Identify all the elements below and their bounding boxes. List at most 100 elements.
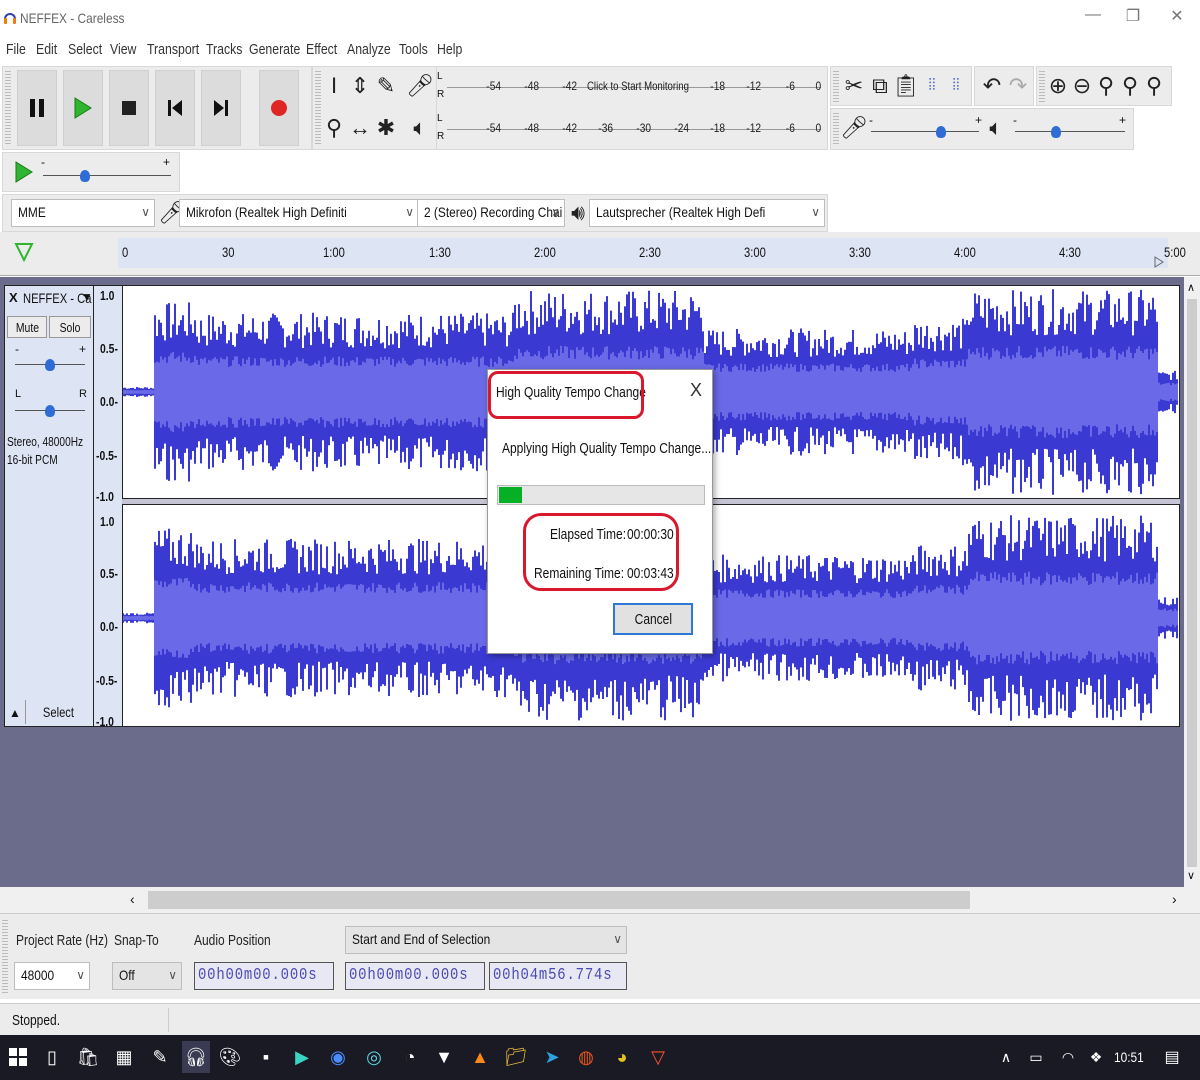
notes-app-icon[interactable]: ✎ [148, 1045, 172, 1069]
toolbar-grip[interactable] [833, 71, 839, 103]
menu-file[interactable]: File [6, 41, 26, 58]
cut-icon[interactable]: ✂ [841, 73, 867, 99]
start-windows-icon[interactable] [6, 1045, 30, 1069]
multi-tool-icon[interactable]: ✱ [373, 115, 399, 141]
show-hidden-icons-icon[interactable]: ∧ [994, 1045, 1018, 1069]
stop-button[interactable] [109, 70, 149, 146]
play-button[interactable] [63, 70, 103, 146]
paste-icon[interactable]: 📋︎ [892, 73, 920, 99]
file-explorer-icon[interactable]: 📁︎ [504, 1045, 528, 1069]
cancel-button[interactable]: Cancel [613, 603, 693, 635]
vertical-amplitude-ruler[interactable]: 1.0 0.5- 0.0- -0.5- -1.0 1.0 0.5- 0.0- -… [94, 285, 122, 729]
collapse-track-icon[interactable]: ▲ [9, 706, 21, 720]
menu-transport[interactable]: Transport [147, 41, 199, 58]
horizontal-scrollbar[interactable]: ‹ › [0, 887, 1200, 913]
scroll-right-icon[interactable]: › [1172, 891, 1177, 907]
selection-start-field[interactable]: 00h00m00.000s [345, 962, 485, 990]
snap-to-select[interactable]: Off ∨ [112, 962, 182, 990]
mute-button[interactable]: Mute [7, 316, 47, 338]
project-rate-select[interactable]: 48000 ∨ [14, 962, 90, 990]
gain-knob[interactable] [45, 359, 55, 371]
fit-selection-icon[interactable]: ⚲ [1093, 73, 1119, 99]
toolbar-grip[interactable] [2, 920, 8, 994]
horizontal-scroll-thumb[interactable] [148, 891, 970, 909]
scroll-left-icon[interactable]: ‹ [130, 891, 135, 907]
fit-project-icon[interactable]: ⚲ [1117, 73, 1143, 99]
play-speed-slider[interactable] [43, 175, 171, 176]
record-button[interactable] [259, 70, 299, 146]
clock-app-icon[interactable]: ◔ [398, 1045, 422, 1069]
close-window-button[interactable]: ✕ [1162, 6, 1192, 26]
telegram-icon[interactable]: ➤ [540, 1045, 564, 1069]
code-editor-icon[interactable]: ▶ [290, 1045, 314, 1069]
store-bag-icon[interactable]: 🛍︎ [76, 1045, 100, 1069]
audio-host-select[interactable]: MME ∨ [11, 199, 155, 227]
dialog-close-button[interactable]: X [690, 380, 702, 401]
battery-icon[interactable]: ▭ [1024, 1045, 1048, 1069]
selection-mode-select[interactable]: Start and End of Selection ∨ [345, 926, 627, 954]
recording-volume-knob[interactable] [936, 126, 946, 138]
zoom-out-icon[interactable]: ⊖ [1069, 73, 1095, 99]
menu-view[interactable]: View [110, 41, 136, 58]
toolbar-grip[interactable] [5, 71, 11, 145]
vertical-scroll-thumb[interactable] [1187, 299, 1197, 867]
task-view-icon[interactable]: ▯ [40, 1045, 64, 1069]
fox-app-icon[interactable]: ▼ [432, 1045, 456, 1069]
record-meter[interactable]: -54 -48 -42 Click to Start Monitoring -1… [447, 67, 827, 103]
silence-audio-icon[interactable]: ⦙⦙ [943, 73, 969, 99]
undo-icon[interactable]: ↶ [979, 73, 1005, 99]
audio-position-field[interactable]: 00h00m00.000s [194, 962, 334, 990]
draw-tool-icon[interactable]: ✎ [373, 73, 399, 99]
track-close-button[interactable]: X [9, 290, 18, 305]
brave-browser-icon[interactable]: ▽ [646, 1045, 670, 1069]
playback-volume-knob[interactable] [1051, 126, 1061, 138]
taskbar-clock[interactable]: 10:51 [1114, 1049, 1144, 1065]
skip-to-end-button[interactable] [201, 70, 241, 146]
copy-icon[interactable]: ⧉ [867, 73, 893, 99]
play-speed-knob[interactable] [80, 170, 90, 182]
audacity-taskbar-icon[interactable]: 🎧︎ [182, 1041, 210, 1073]
recording-channels-select[interactable]: 2 (Stereo) Recording Chai ∨ [417, 199, 565, 227]
menu-help[interactable]: Help [437, 41, 462, 58]
menu-analyze[interactable]: Analyze [347, 41, 391, 58]
pan-knob[interactable] [45, 405, 55, 417]
chrome-icon[interactable]: ◕ [610, 1045, 634, 1069]
notifications-icon[interactable]: ▤ [1160, 1045, 1184, 1069]
track-menu-arrow-icon[interactable]: ▼ [81, 290, 93, 304]
playback-volume-slider[interactable] [1015, 131, 1125, 132]
wifi-icon[interactable]: ◠ [1056, 1045, 1080, 1069]
selection-end-field[interactable]: 00h04m56.774s [489, 962, 627, 990]
select-track-button[interactable]: Select [25, 700, 91, 724]
dropbox-icon[interactable]: ❖ [1084, 1045, 1108, 1069]
track-control-panel[interactable]: X NEFFEX - Ca ▼ Mute Solo - + L R Stereo… [4, 285, 94, 727]
play-at-speed-button[interactable] [11, 159, 37, 185]
recording-device-select[interactable]: Mikrofon (Realtek High Definiti ∨ [179, 199, 419, 227]
zoom-in-icon[interactable]: ⊕ [1045, 73, 1071, 99]
video-call-icon[interactable]: ◉ [326, 1045, 350, 1069]
vertical-scrollbar[interactable]: ∧ ∨ [1184, 277, 1200, 887]
pause-button[interactable] [17, 70, 57, 146]
menu-generate[interactable]: Generate [249, 41, 300, 58]
scroll-up-icon[interactable]: ∧ [1187, 281, 1195, 294]
trim-audio-icon[interactable]: ⦙⦙ [919, 73, 945, 99]
zoom-toggle-icon[interactable]: ⚲ [1141, 73, 1167, 99]
toolbar-grip[interactable] [833, 113, 839, 145]
menu-effect[interactable]: Effect [306, 41, 337, 58]
start-monitoring-label[interactable]: Click to Start Monitoring [587, 79, 689, 93]
scroll-down-icon[interactable]: ∨ [1187, 869, 1195, 882]
recording-volume-slider[interactable] [871, 131, 979, 132]
menu-tools[interactable]: Tools [399, 41, 428, 58]
messenger-icon[interactable]: ◎ [362, 1045, 386, 1069]
playback-device-select[interactable]: Lautsprecher (Realtek High Defi ∨ [589, 199, 825, 227]
ubuntu-icon[interactable]: ◍ [574, 1045, 598, 1069]
menu-tracks[interactable]: Tracks [206, 41, 242, 58]
vlc-cone-icon[interactable]: ▲ [468, 1045, 492, 1069]
zoom-tool-icon[interactable]: ⚲ [321, 115, 347, 141]
playback-meter-speaker-icon[interactable]: 🔈︎ [407, 115, 433, 141]
skip-to-start-button[interactable] [155, 70, 195, 146]
timeline-ruler[interactable]: 0 30 1:00 1:30 2:00 2:30 3:00 3:30 4:00 … [0, 232, 1200, 276]
solo-button[interactable]: Solo [49, 316, 91, 338]
pin-playhead-icon[interactable] [14, 242, 34, 262]
redo-icon[interactable]: ↷ [1005, 73, 1031, 99]
calculator-icon[interactable]: ▦ [112, 1045, 136, 1069]
